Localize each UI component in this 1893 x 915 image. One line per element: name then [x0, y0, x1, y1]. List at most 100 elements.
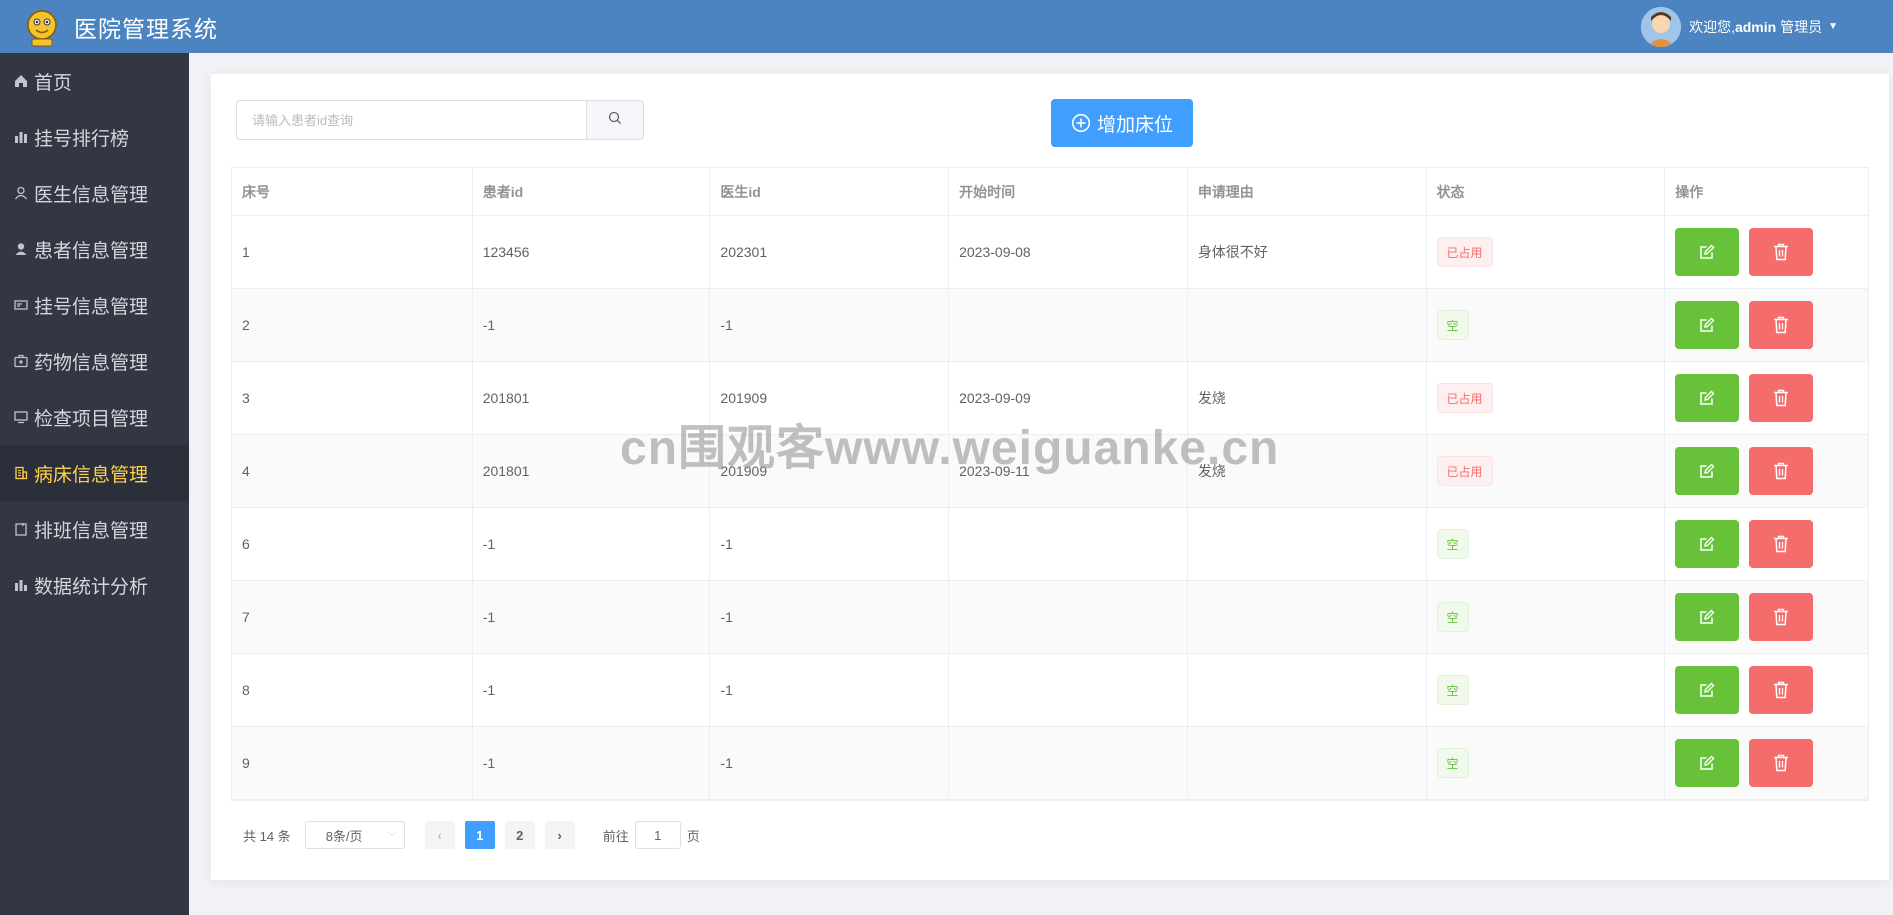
- delete-button[interactable]: [1749, 447, 1814, 495]
- column-header[interactable]: 操作: [1665, 168, 1868, 215]
- edit-button[interactable]: [1675, 593, 1740, 641]
- column-header[interactable]: 患者id: [473, 168, 711, 215]
- table-row: 2 -1 -1 空: [232, 289, 1868, 362]
- table-cell-patient-id: -1: [473, 654, 711, 726]
- user-solid-icon: [12, 240, 30, 258]
- add-bed-button[interactable]: 增加床位: [1051, 99, 1193, 147]
- sidebar-item-registrations[interactable]: 挂号信息管理: [0, 277, 189, 333]
- delete-icon: [1773, 681, 1789, 699]
- search-input[interactable]: [236, 100, 586, 140]
- delete-icon: [1773, 389, 1789, 407]
- table-cell-status: 空: [1427, 654, 1666, 726]
- table-cell-reason: 发烧: [1188, 435, 1427, 507]
- first-aid-icon: [12, 352, 30, 370]
- sidebar-item-label: 首页: [34, 72, 73, 94]
- table-cell-bed: 9: [232, 727, 473, 799]
- search-button[interactable]: [586, 100, 644, 140]
- delete-button[interactable]: [1749, 593, 1814, 641]
- edit-button[interactable]: [1675, 739, 1740, 787]
- status-badge: 空: [1436, 748, 1469, 778]
- table-cell-reason: [1188, 727, 1427, 799]
- next-page-button[interactable]: ›: [544, 821, 575, 849]
- user-menu[interactable]: 欢迎您,admin 管理员 ▼: [1641, 0, 1838, 53]
- table-body: 1 123456 202301 2023-09-08 身体很不好 已占用 2 -1 -1 空 3 20…: [232, 216, 1868, 800]
- column-header[interactable]: 医生id: [710, 168, 950, 215]
- delete-button[interactable]: [1749, 301, 1814, 349]
- sidebar-item-medicine[interactable]: 药物信息管理: [0, 333, 189, 389]
- sidebar-item-statistics[interactable]: 数据统计分析: [0, 557, 189, 613]
- table-cell-doctor-id: -1: [710, 508, 950, 580]
- delete-button[interactable]: [1749, 666, 1814, 714]
- goto-page-input[interactable]: [634, 821, 681, 849]
- user-role: 管理员: [1780, 18, 1823, 35]
- welcome-text: 欢迎您,admin 管理员: [1689, 17, 1822, 37]
- table-cell-actions: [1665, 654, 1868, 726]
- table-cell-start: 2023-09-09: [949, 362, 1188, 434]
- page-number[interactable]: 2: [504, 821, 535, 849]
- table-cell-actions: [1665, 289, 1868, 361]
- table-row: 1 123456 202301 2023-09-08 身体很不好 已占用: [232, 216, 1868, 289]
- status-badge: 已占用: [1436, 456, 1493, 486]
- sidebar-item-home[interactable]: 首页: [0, 53, 189, 109]
- edit-button[interactable]: [1675, 447, 1740, 495]
- delete-button[interactable]: [1749, 374, 1814, 422]
- table-cell-bed: 7: [232, 581, 473, 653]
- status-badge: 空: [1436, 602, 1469, 632]
- sidebar-item-patients[interactable]: 患者信息管理: [0, 221, 189, 277]
- table-cell-reason: [1188, 508, 1427, 580]
- edit-button[interactable]: [1675, 228, 1740, 276]
- edit-button[interactable]: [1675, 666, 1740, 714]
- sidebar-item-examinations[interactable]: 检查项目管理: [0, 389, 189, 445]
- top-header: 医院管理系统 欢迎您,admin 管理员 ▼: [0, 0, 1893, 53]
- delete-button[interactable]: [1749, 739, 1814, 787]
- edit-button[interactable]: [1675, 301, 1740, 349]
- column-header[interactable]: 床号: [232, 168, 473, 215]
- column-header[interactable]: 申请理由: [1188, 168, 1427, 215]
- status-badge: 空: [1436, 310, 1469, 340]
- sidebar-item-label: 病床信息管理: [34, 464, 149, 486]
- column-header[interactable]: 开始时间: [949, 168, 1188, 215]
- sidebar-item-label: 患者信息管理: [34, 240, 149, 262]
- table-cell-doctor-id: 202301: [710, 216, 950, 288]
- total-count: 共 14 条: [243, 828, 291, 844]
- table-cell-actions: [1665, 362, 1868, 434]
- home-icon: [12, 72, 30, 90]
- sidebar-item-label: 挂号排行榜: [34, 128, 130, 150]
- table-cell-reason: [1188, 581, 1427, 653]
- delete-button[interactable]: [1749, 228, 1814, 276]
- table-cell-patient-id: -1: [473, 508, 711, 580]
- caret-down-icon[interactable]: ▼: [1828, 21, 1838, 32]
- table-cell-status: 空: [1427, 581, 1666, 653]
- table-cell-status: 已占用: [1427, 216, 1666, 288]
- delete-button[interactable]: [1749, 520, 1814, 568]
- table-cell-patient-id: -1: [473, 289, 711, 361]
- edit-icon: [1699, 244, 1715, 260]
- edit-icon: [1699, 463, 1715, 479]
- bar-chart-icon: [12, 128, 30, 146]
- edit-icon: [1699, 536, 1715, 552]
- sidebar-item-label: 医生信息管理: [34, 184, 149, 206]
- edit-icon: [1699, 755, 1715, 771]
- column-header[interactable]: 状态: [1427, 168, 1666, 215]
- table-cell-status: 空: [1427, 508, 1666, 580]
- table-cell-doctor-id: -1: [710, 727, 950, 799]
- logo-icon: [20, 5, 64, 49]
- sidebar-item-doctors[interactable]: 医生信息管理: [0, 165, 189, 221]
- table-cell-status: 空: [1427, 289, 1666, 361]
- sidebar-item-ranking[interactable]: 挂号排行榜: [0, 109, 189, 165]
- edit-button[interactable]: [1675, 520, 1740, 568]
- status-badge: 空: [1436, 675, 1469, 705]
- table-cell-bed: 8: [232, 654, 473, 726]
- edit-button[interactable]: [1675, 374, 1740, 422]
- sidebar-item-label: 挂号信息管理: [34, 296, 149, 318]
- prev-page-button[interactable]: ‹: [424, 821, 455, 849]
- sidebar-item-beds[interactable]: 病床信息管理: [0, 445, 189, 501]
- table-cell-actions: [1665, 581, 1868, 653]
- sidebar-item-schedule[interactable]: 排班信息管理: [0, 501, 189, 557]
- table-cell-bed: 1: [232, 216, 473, 288]
- table-header: 床号 患者id 医生id 开始时间 申请理由 状态 操作: [232, 168, 1868, 216]
- table-cell-start: [949, 581, 1188, 653]
- page-size-select[interactable]: 8条/页 ⌵: [304, 821, 405, 849]
- page-number[interactable]: 1: [464, 821, 495, 849]
- delete-icon: [1773, 608, 1789, 626]
